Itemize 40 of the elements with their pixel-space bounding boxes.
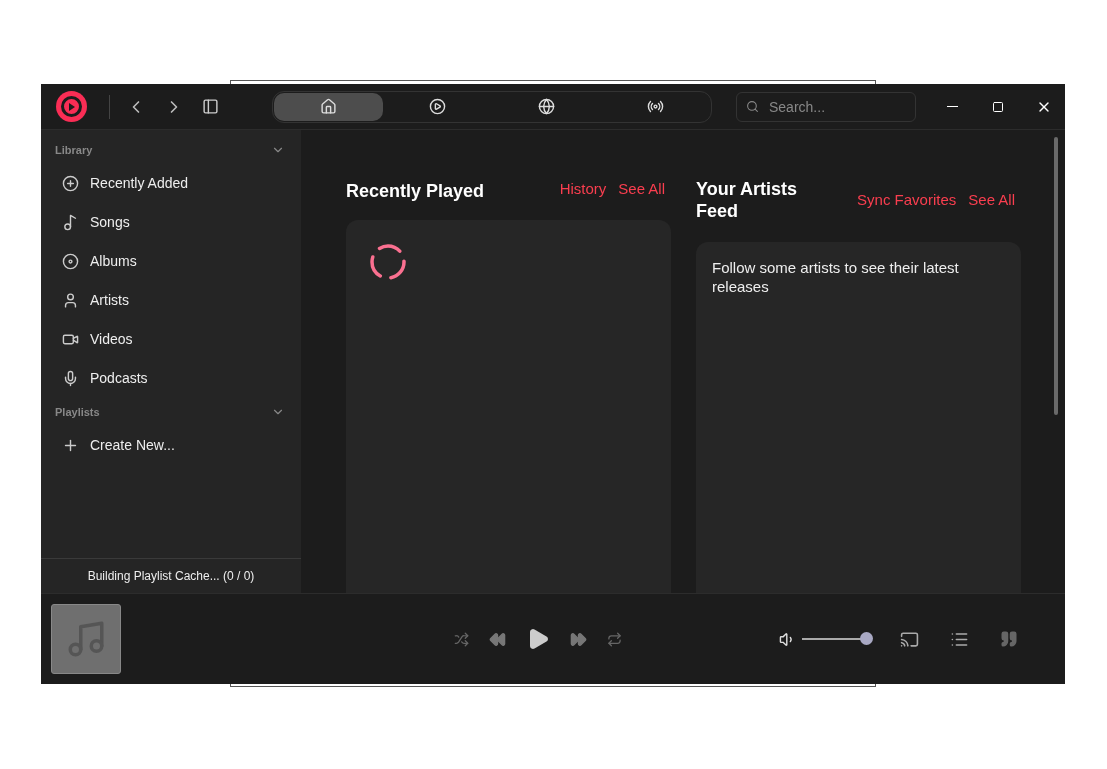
play-circle-icon	[429, 98, 446, 115]
sidebar-item[interactable]: Recently Added	[41, 164, 301, 203]
app-logo-icon	[56, 91, 87, 122]
status-text: Building Playlist Cache... (0 / 0)	[87, 568, 255, 585]
sidebar-toggle-button[interactable]	[202, 98, 219, 115]
section-link[interactable]: See All	[618, 178, 665, 201]
section-link[interactable]: History	[559, 178, 607, 201]
volume-slider[interactable]	[802, 632, 870, 646]
plus-icon	[62, 437, 79, 454]
search-field[interactable]: Search...	[736, 91, 916, 122]
plus-circle-icon	[62, 175, 79, 192]
home-icon	[320, 98, 337, 115]
sidebar-item[interactable]: Artists	[41, 281, 301, 320]
broadcast-icon	[647, 98, 664, 115]
sidebar-item[interactable]: Songs	[41, 203, 301, 242]
sidebar-item[interactable]: Podcasts	[41, 359, 301, 398]
disc-icon	[62, 253, 79, 270]
sidebar-item[interactable]: Albums	[41, 242, 301, 281]
empty-message: Follow some artists to see their latest releases	[712, 258, 960, 296]
music-note-icon	[62, 214, 79, 231]
nav-tab[interactable]	[274, 92, 383, 121]
lyrics-button[interactable]	[1000, 630, 1018, 648]
microphone-icon	[62, 370, 79, 387]
rewind-button[interactable]	[489, 630, 506, 648]
minimize-icon	[946, 105, 958, 108]
section-header: Playlists	[55, 404, 100, 420]
repeat-button[interactable]	[607, 631, 622, 647]
person-icon	[62, 292, 79, 309]
search-icon	[746, 99, 759, 113]
section-link[interactable]: Sync Favorites	[857, 188, 957, 212]
fast-forward-button[interactable]	[570, 630, 587, 648]
section-title: Recently Played	[346, 180, 486, 203]
section-title: Your Artists Feed	[696, 178, 798, 222]
sidebar-item[interactable]: Create New...	[41, 426, 301, 465]
section-header: Library	[55, 142, 93, 158]
section-link[interactable]: See All	[968, 188, 1015, 212]
shuffle-button[interactable]	[454, 631, 469, 647]
globe-icon	[538, 98, 555, 115]
cast-button[interactable]	[900, 629, 919, 649]
sidebar-item[interactable]: Videos	[41, 320, 301, 359]
